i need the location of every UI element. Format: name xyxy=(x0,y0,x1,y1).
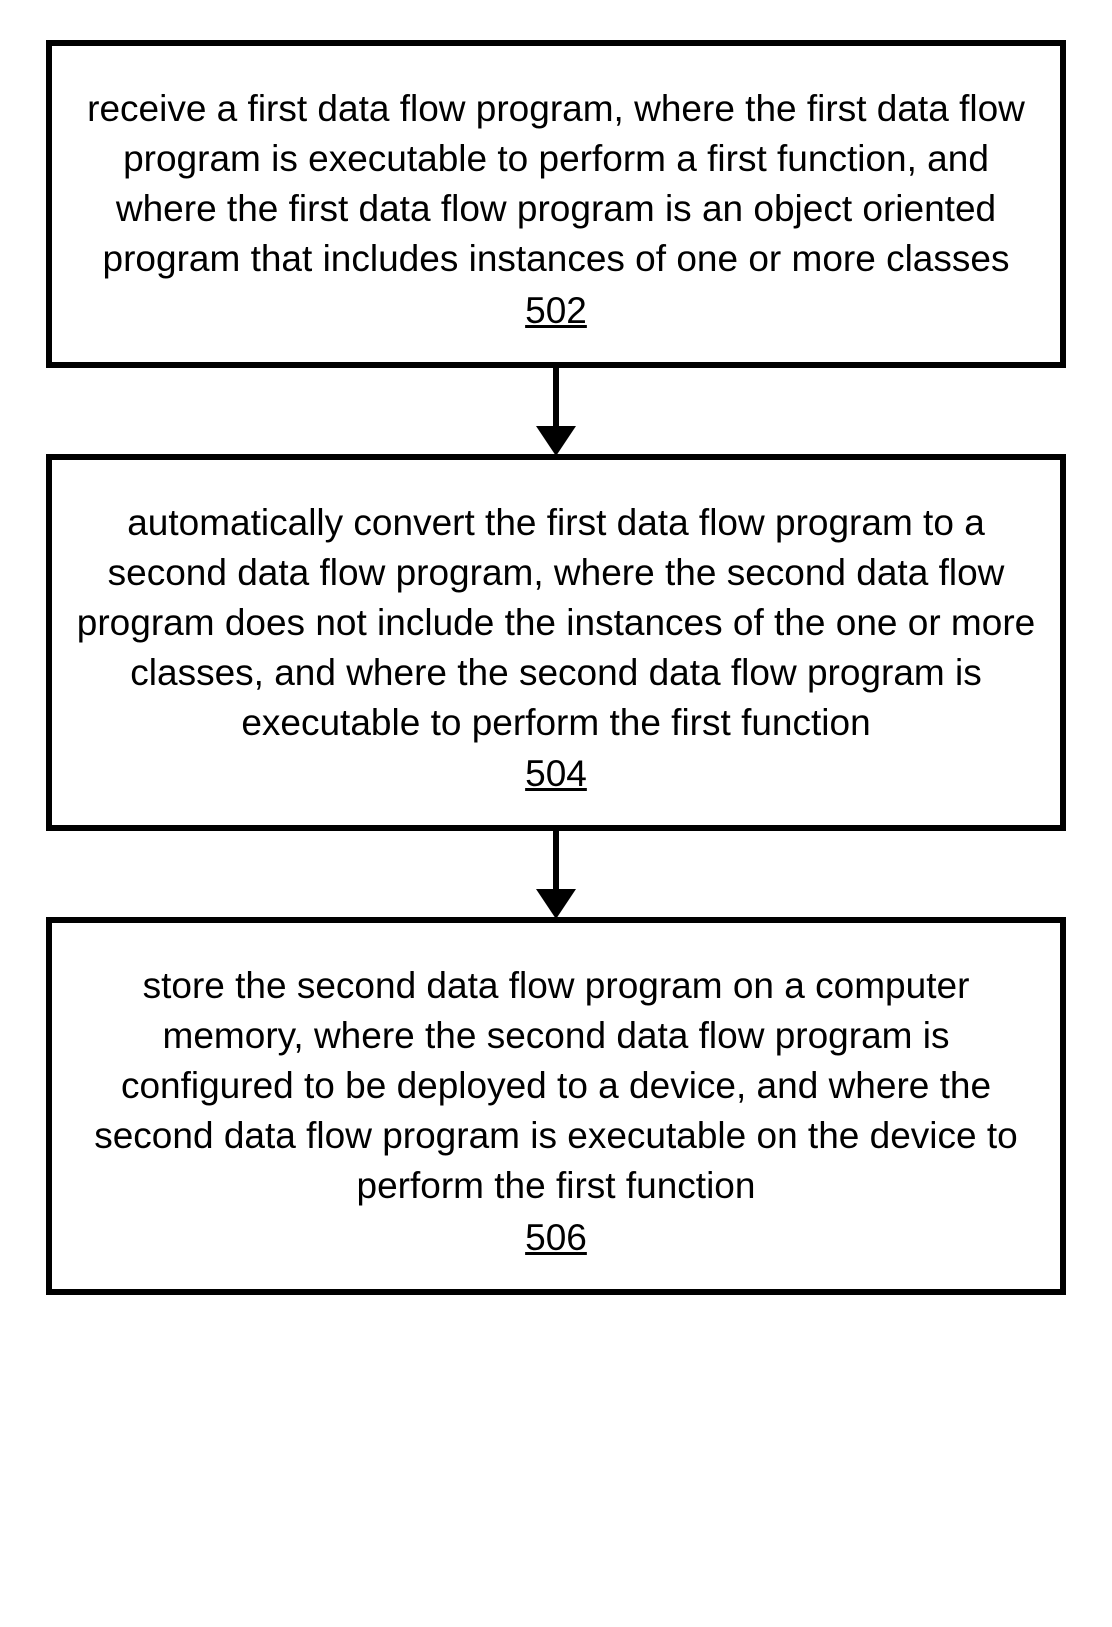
arrowhead-down-icon xyxy=(536,889,576,919)
flowchart-step-3: store the second data flow program on a … xyxy=(46,917,1066,1295)
flowchart-step-2: automatically convert the first data flo… xyxy=(46,454,1066,832)
step-number: 502 xyxy=(525,290,587,332)
step-number: 506 xyxy=(525,1217,587,1259)
flowchart-step-1: receive a first data flow program, where… xyxy=(46,40,1066,368)
arrow-1 xyxy=(536,368,576,454)
step-text: receive a first data flow program, where… xyxy=(76,84,1036,284)
step-text: store the second data flow program on a … xyxy=(76,961,1036,1211)
step-number: 504 xyxy=(525,753,587,795)
arrowhead-down-icon xyxy=(536,426,576,456)
step-text: automatically convert the first data flo… xyxy=(76,498,1036,748)
arrow-2 xyxy=(536,831,576,917)
flowchart-container: receive a first data flow program, where… xyxy=(30,40,1082,1295)
arrow-line-icon xyxy=(553,831,559,891)
arrow-line-icon xyxy=(553,368,559,428)
